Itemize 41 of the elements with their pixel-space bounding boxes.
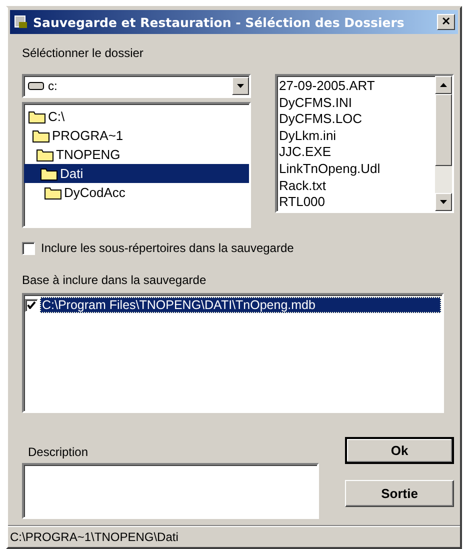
folder-icon [32,128,50,143]
scroll-up-button[interactable] [435,76,452,94]
scrollbar[interactable] [435,76,452,211]
checkbox-label: Inclure les sous-répertoires dans la sauvegarde [41,241,294,255]
ok-button[interactable]: Ok [345,437,454,464]
database-item[interactable]: C:\Program Files\TNOPENG\DATI\TnOpeng.mdb [40,297,441,313]
exit-button[interactable]: Sortie [345,480,454,507]
description-label: Description [27,445,90,459]
folder-item[interactable]: TNOPENG [24,145,249,164]
caret-icon [440,83,447,87]
folder-label: Séléctionner le dossier [22,46,144,60]
base-label: Base à inclure dans la sauvegarde [22,273,208,287]
folder-item[interactable]: PROGRA~1 [24,126,249,145]
folder-item[interactable]: Dati [24,164,249,183]
file-item[interactable]: Rack.txt [279,178,433,194]
dropdown-arrow-button[interactable] [232,77,249,95]
folder-icon [44,185,62,200]
folder-icon [28,109,46,124]
folder-icon [36,147,54,162]
app-icon [13,14,29,30]
folder-item[interactable]: C:\ [24,107,249,126]
drive-icon [28,81,44,91]
file-item[interactable]: DyLkm.ini [279,128,433,144]
drive-dropdown[interactable]: c: [22,74,251,98]
checkbox[interactable] [25,298,38,312]
file-item[interactable]: 27-09-2005.ART [279,78,433,95]
scroll-down-button[interactable] [435,193,452,211]
file-item[interactable]: JJC.EXE [279,144,433,161]
folder-icon [40,166,58,181]
status-bar: C:\PROGRA~1\TNOPENG\Dati [8,525,460,547]
caret-icon [440,200,447,204]
file-item[interactable]: DyCFMS.LOC [279,111,433,128]
folder-item[interactable]: DyCodAcc [24,183,249,202]
window-title: Sauvegarde et Restauration - Séléction des Dossiers [33,14,406,30]
file-item[interactable]: RTL000 [279,194,433,211]
checkbox[interactable] [22,242,35,254]
close-button[interactable]: ✕ [437,14,455,30]
description-field[interactable] [22,463,319,519]
file-item[interactable]: DyCFMS.INI [279,94,433,112]
caret-icon [237,84,244,88]
file-item[interactable]: LinkTnOpeng.Udl [279,160,433,178]
